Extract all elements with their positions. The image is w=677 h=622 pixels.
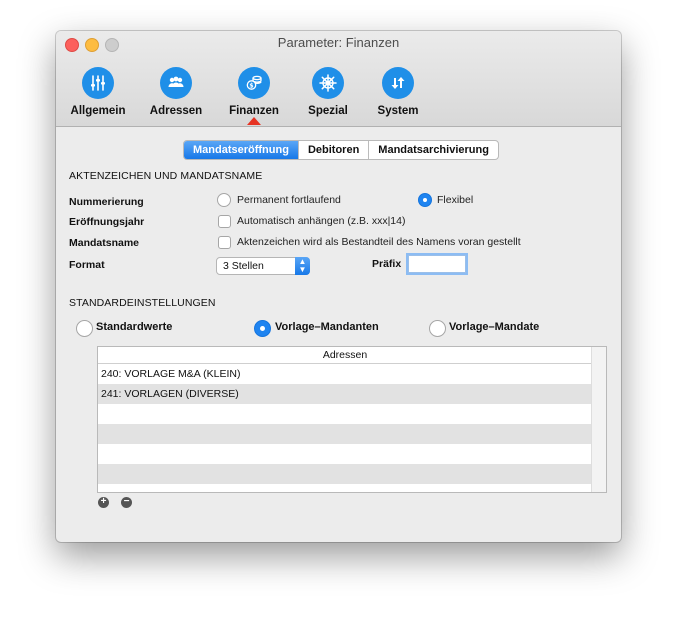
table-row[interactable]: 241: VORLAGEN (DIVERSE) <box>98 384 592 404</box>
radio-label-flexibel: Flexibel <box>437 194 474 206</box>
toolbar-item-finanzen[interactable]: $ Finanzen <box>222 67 286 121</box>
toolbar-label: Spezial <box>308 105 348 117</box>
table-row-empty <box>98 404 592 424</box>
svg-text:$: $ <box>249 82 253 89</box>
tab-mandatsarchivierung[interactable]: Mandatsarchivierung <box>368 141 498 159</box>
format-select[interactable]: 3 Stellen ▲ ▼ <box>216 257 310 275</box>
radio-label-vorlage-mandanten: Vorlage–Mandanten <box>275 321 379 333</box>
eroeffnungsjahr-label: Eröffnungsjahr <box>69 216 145 228</box>
window-title: Parameter: Finanzen <box>277 35 400 50</box>
arrows-icon <box>382 67 414 99</box>
toolbar-item-system[interactable]: System <box>366 67 430 121</box>
tab-bar: Mandatseröffnung Debitoren Mandatsarchiv… <box>183 140 499 160</box>
radio-vorlage-mandanten[interactable] <box>254 320 271 337</box>
checkbox-automatisch-anhaengen[interactable] <box>218 215 231 228</box>
selection-pointer <box>247 117 261 125</box>
radio-permanent-fortlaufend[interactable] <box>217 193 231 207</box>
praefix-label: Präfix <box>372 258 402 270</box>
preferences-window: Parameter: Finanzen Allgemein Adressen $… <box>56 31 621 542</box>
mandatsname-label: Mandatsname <box>69 237 140 249</box>
remove-row-button[interactable]: − <box>121 497 132 508</box>
toolbar-item-adressen[interactable]: Adressen <box>144 67 208 121</box>
section-heading-standard: STANDARDEINSTELLUNGEN <box>69 297 216 309</box>
radio-label-vorlage-mandate: Vorlage–Mandate <box>449 321 540 333</box>
checkbox-label-aktenzeichen: Aktenzeichen wird als Bestandteil des Na… <box>237 236 521 248</box>
toolbar-label: System <box>377 105 419 117</box>
toolbar-item-allgemein[interactable]: Allgemein <box>66 67 130 121</box>
table-row-empty <box>98 444 592 464</box>
table-header-adressen[interactable]: Adressen <box>98 347 592 364</box>
praefix-input[interactable] <box>408 255 466 273</box>
add-row-button[interactable]: + <box>98 497 109 508</box>
titlebar: Parameter: Finanzen Allgemein Adressen $… <box>56 31 621 127</box>
radio-label-permanent: Permanent fortlaufend <box>237 194 341 206</box>
checkbox-aktenzeichen-voran[interactable] <box>218 236 231 249</box>
radio-label-standardwerte: Standardwerte <box>96 321 173 333</box>
people-icon <box>160 67 192 99</box>
table-scrollbar[interactable] <box>591 347 606 492</box>
radio-vorlage-mandate[interactable] <box>429 320 446 337</box>
radio-flexibel[interactable] <box>418 193 432 207</box>
tab-debitoren[interactable]: Debitoren <box>297 141 368 159</box>
table-row-empty <box>98 424 592 444</box>
format-label: Format <box>69 259 105 271</box>
helm-icon <box>312 67 344 99</box>
tab-mandatseroeffnung[interactable]: Mandatseröffnung <box>184 141 298 159</box>
table-row[interactable]: 240: VORLAGE M&A (KLEIN) <box>98 364 592 384</box>
toolbar-label: Adressen <box>149 105 203 117</box>
checkbox-label-automatisch: Automatisch anhängen (z.B. xxx|14) <box>237 215 406 227</box>
section-heading-aktenzeichen: AKTENZEICHEN UND MANDATSNAME <box>69 170 263 182</box>
adressen-table[interactable]: Adressen 240: VORLAGE M&A (KLEIN) 241: V… <box>97 346 607 493</box>
toolbar-item-spezial[interactable]: Spezial <box>296 67 360 121</box>
toolbar-label: Finanzen <box>229 105 279 117</box>
sliders-icon <box>82 67 114 99</box>
radio-standardwerte[interactable] <box>76 320 93 337</box>
table-row-empty <box>98 464 592 484</box>
coins-icon: $ <box>238 67 270 99</box>
format-select-value: 3 Stellen <box>223 260 264 272</box>
updown-chevron-icon: ▲ ▼ <box>295 257 310 275</box>
nummerierung-label: Nummerierung <box>69 196 144 208</box>
toolbar-label: Allgemein <box>70 105 126 117</box>
